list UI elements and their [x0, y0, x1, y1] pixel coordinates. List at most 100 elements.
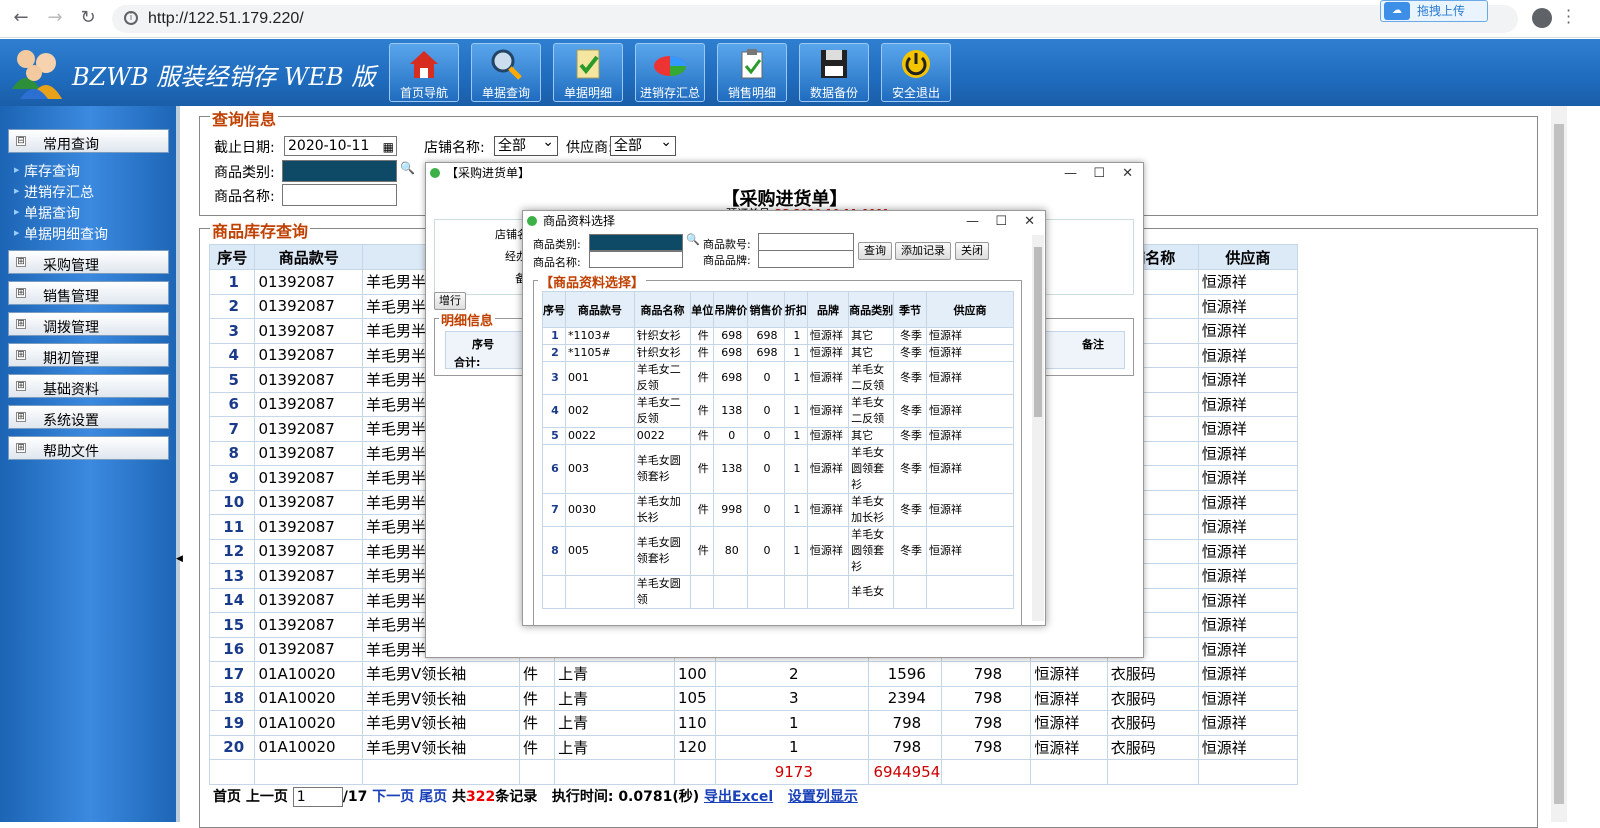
expand-icon[interactable]: ⊞	[16, 350, 26, 360]
pick-header-cell[interactable]: 吊牌价	[713, 291, 749, 328]
pick-row[interactable]: 5 0022 0022 件 0 0 1 恒源祥 其它 冬季 恒源祥	[542, 427, 1014, 445]
toolbar-logout-button[interactable]: 安全退出	[881, 43, 951, 102]
pick-header-cell[interactable]: 折扣	[783, 291, 808, 328]
url-text[interactable]: http://122.51.179.220/	[148, 10, 304, 28]
pick-brand-input[interactable]	[758, 250, 854, 268]
page-input[interactable]: 1	[292, 787, 343, 807]
pick-header-cell[interactable]: 商品款号	[565, 291, 635, 328]
calendar-icon[interactable]: ▦	[383, 138, 394, 156]
last-page-link[interactable]: 尾页	[419, 789, 447, 805]
sidebar-group-basedata[interactable]: ⊞ 基础资料	[8, 374, 169, 398]
minimize-icon[interactable]: —	[966, 212, 979, 232]
pick-header-cell[interactable]: 供应商	[926, 291, 1014, 328]
reload-icon[interactable]: ↻	[77, 7, 99, 29]
pick-header-cell[interactable]: 商品类别	[848, 291, 895, 328]
add-record-button[interactable]: 添加记录	[895, 242, 951, 260]
forward-arrow-icon[interactable]: →	[44, 7, 66, 29]
close-button[interactable]: 关闭	[955, 242, 989, 260]
category-picker-icon[interactable]: 🔍	[400, 161, 415, 175]
prev-page-link[interactable]: 上一页	[246, 789, 288, 805]
pick-row[interactable]: 1 *1103# 针织女衫件 698 698 1 恒源祥 其它 冬季 恒源祥	[542, 327, 1014, 345]
query-button[interactable]: 查询	[858, 242, 892, 260]
minimize-icon[interactable]: —	[1064, 164, 1077, 184]
close-icon[interactable]: ✕	[1122, 164, 1133, 184]
pick-row[interactable]: 4 002 羊毛女二反领件 138 0 1 恒源祥 羊毛女二反领 冬季 恒源祥	[542, 394, 1014, 428]
table-row[interactable]: 20 01A10020 羊毛男V领长袖件上青 120 1 798 798 恒源祥 衣服码 恒源祥	[208, 734, 1299, 760]
sidebar-item-doc-detail[interactable]: 单据明细查询	[14, 224, 108, 244]
sidebar-group-settings[interactable]: ⊞ 系统设置	[8, 405, 169, 429]
window-titlebar[interactable]: 【采购进货单】 — ☐ ✕	[426, 163, 1143, 185]
sidebar-group-opening[interactable]: ⊞ 期初管理	[8, 343, 169, 367]
pick-row[interactable]: 7 0030 羊毛女加长衫件 998 0 1 恒源祥 羊毛女加长衫 冬季 恒源祥	[542, 493, 1014, 527]
upload-extension-button[interactable]: ☁ 拖拽上传	[1380, 0, 1488, 22]
back-arrow-icon[interactable]: ←	[10, 7, 32, 29]
header-supplier[interactable]: 供应商	[1197, 244, 1299, 270]
sidebar-group-transfer[interactable]: ⊞ 调拨管理	[8, 312, 169, 336]
date-input[interactable]: 2020-10-11 ▦	[284, 136, 397, 156]
pick-category-icon[interactable]: 🔍	[686, 233, 700, 246]
expand-icon[interactable]: ⊞	[16, 381, 26, 391]
expand-icon[interactable]: ⊞	[16, 257, 26, 267]
sidebar-item-summary[interactable]: 进销存汇总	[14, 182, 94, 202]
table-row[interactable]: 19 01A10020 羊毛男V领长袖件上青 110 1 798 798 恒源祥 衣服码 恒源祥	[208, 710, 1299, 736]
expand-icon[interactable]: ⊞	[16, 443, 26, 453]
toolbar-sales-button[interactable]: 销售明细	[717, 43, 787, 102]
sidebar-group-common[interactable]: ⊟ 常用查询	[8, 129, 169, 153]
pick-header-cell[interactable]: 销售价	[747, 291, 785, 328]
maximize-icon[interactable]: ☐	[995, 212, 1007, 232]
pick-row[interactable]: 6 003 羊毛女圆领套衫件 138 0 1 恒源祥 羊毛女圆领套衫 冬季 恒源祥	[542, 444, 1014, 494]
pick-name-input[interactable]	[589, 251, 683, 268]
sidebar-group-purchase[interactable]: ⊞ 采购管理	[8, 250, 169, 274]
first-page-link[interactable]: 首页	[213, 789, 241, 805]
toolbar-detail-button[interactable]: 单据明细	[553, 43, 623, 102]
pick-row[interactable]: 8 005 羊毛女圆领套衫件 80 0 1 恒源祥 羊毛女圆领套衫 冬季 恒源祥	[542, 526, 1014, 576]
sidebar-item-stock-query[interactable]: 库存查询	[14, 161, 80, 181]
collapse-arrow-icon[interactable]: ◀	[176, 554, 183, 564]
pick-row[interactable]: 3 001 羊毛女二反领件 698 0 1 恒源祥 羊毛女二反领 冬季 恒源祥	[542, 361, 1014, 395]
scroll-thumb[interactable]	[1034, 247, 1042, 417]
name-input[interactable]	[282, 184, 397, 206]
page-scrollbar[interactable]	[1551, 106, 1567, 822]
pick-header-cell[interactable]: 序号	[542, 291, 566, 328]
set-columns-link[interactable]: 设置列显示	[788, 789, 858, 805]
sidebar-item-doc-query[interactable]: 单据查询	[14, 203, 80, 223]
info-icon[interactable]: i	[124, 11, 138, 25]
expand-icon[interactable]: ⊞	[16, 288, 26, 298]
export-excel-link[interactable]: 导出Excel	[704, 789, 773, 805]
maximize-icon[interactable]: ☐	[1093, 164, 1105, 184]
table-row[interactable]: 17 01A10020 羊毛男V领长袖件上青 100 2 1596 798 恒源祥 衣服码 恒源祥	[208, 661, 1299, 687]
close-icon[interactable]: ✕	[1024, 212, 1035, 232]
pick-row[interactable]: 2 *1105# 针织女衫件 698 698 1 恒源祥 其它 冬季 恒源祥	[542, 344, 1014, 362]
table-row[interactable]: 18 01A10020 羊毛男V领长袖件上青 105 3 2394 798 恒源祥 衣服码 恒源祥	[208, 685, 1299, 711]
next-page-link[interactable]: 下一页	[372, 789, 414, 805]
sidebar-splitter[interactable]	[176, 106, 180, 822]
picker-scrollbar[interactable]	[1032, 235, 1044, 621]
category-input[interactable]	[282, 160, 397, 182]
pick-header-cell[interactable]: 商品名称	[633, 291, 692, 328]
supplier-select[interactable]: 全部	[610, 133, 676, 156]
kebab-menu-icon[interactable]: · · ·	[1566, 3, 1572, 31]
account-icon[interactable]	[1532, 8, 1552, 28]
expand-icon[interactable]: ⊞	[16, 319, 26, 329]
toolbar-query-button[interactable]: 单据查询	[471, 43, 541, 102]
address-bar[interactable]: i http://122.51.179.220/	[112, 5, 1518, 33]
pick-header-cell[interactable]: 单位	[690, 291, 715, 328]
sidebar-group-help[interactable]: ⊞ 帮助文件	[8, 436, 169, 460]
sidebar-group-sales[interactable]: ⊞ 销售管理	[8, 281, 169, 305]
header-no[interactable]: 序号	[208, 244, 256, 270]
scroll-thumb[interactable]	[1554, 124, 1564, 804]
pick-row[interactable]: 羊毛女圆领 羊毛女	[542, 575, 1014, 609]
toolbar-backup-button[interactable]: 数据备份	[799, 43, 869, 102]
expand-icon[interactable]: ⊞	[16, 412, 26, 422]
header-code[interactable]: 商品款号	[254, 244, 363, 270]
toolbar-home-button[interactable]: 首页导航	[389, 43, 459, 102]
picker-titlebar[interactable]: 商品资料选择 — ☐ ✕	[523, 211, 1045, 233]
shop-select[interactable]: 全部	[494, 133, 558, 156]
toolbar-summary-button[interactable]: 进销存汇总	[635, 43, 705, 102]
add-row-button[interactable]: 增行	[434, 292, 466, 310]
collapse-icon[interactable]: ⊟	[16, 136, 26, 146]
pick-header-cell[interactable]: 品牌	[806, 291, 850, 328]
pick-header-cell[interactable]: 季节	[893, 291, 927, 328]
pick-category-input[interactable]	[589, 234, 683, 251]
pick-code-input[interactable]	[758, 233, 854, 251]
